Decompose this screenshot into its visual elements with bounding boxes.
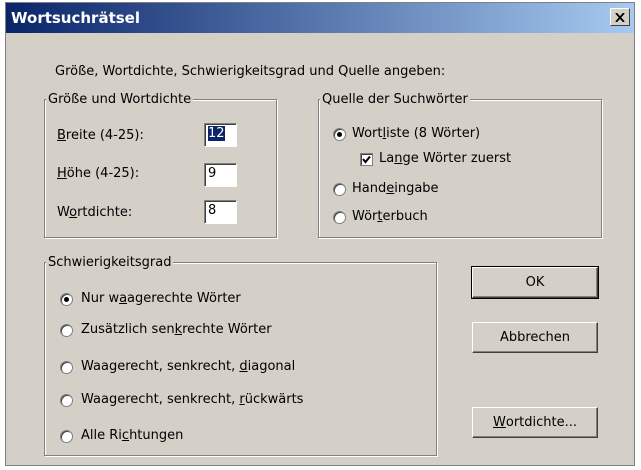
difficulty-all-label[interactable]: Alle Richtungen [81,428,183,443]
close-icon [615,12,625,22]
word-search-dialog: Wortsuchrätsel Größe, Wortdichte, Schwie… [5,2,635,466]
difficulty-all-radio[interactable] [60,430,73,443]
source-legend: Quelle der Suchwörter [320,92,470,107]
checkmark-icon [362,155,371,164]
difficulty-diagonal-radio[interactable] [60,361,73,374]
ok-button[interactable]: OK [471,266,599,299]
cancel-button[interactable]: Abbrechen [472,322,598,353]
dictionary-label[interactable]: Wörterbuch [352,209,428,224]
difficulty-vertical-label[interactable]: Zusätzlich senkrechte Wörter [81,322,272,337]
dictionary-radio[interactable] [333,211,346,224]
manual-input-radio[interactable] [333,183,346,196]
manual-input-label[interactable]: Handeingabe [352,181,439,196]
wordlist-label[interactable]: Wortliste (8 Wörter) [352,126,480,141]
close-button[interactable] [610,8,630,26]
density-button[interactable]: Wortdichte... [472,407,598,438]
difficulty-diagonal-label[interactable]: Waagerecht, senkrecht, diagonal [81,359,295,374]
long-words-first-checkbox[interactable] [360,153,373,166]
size-density-legend: Größe und Wortdichte [46,92,194,107]
difficulty-backwards-label[interactable]: Waagerecht, senkrecht, rückwärts [81,392,303,407]
title-bar[interactable]: Wortsuchrätsel [6,3,634,33]
height-input[interactable]: 9 [204,163,237,187]
width-label: Breite (4-25): [57,128,144,143]
density-label: Wortdichte: [57,205,133,220]
difficulty-horizontal-label[interactable]: Nur waagerechte Wörter [81,291,241,306]
long-words-first-label[interactable]: Lange Wörter zuerst [379,151,511,166]
width-input[interactable]: 12 [204,123,237,147]
difficulty-vertical-radio[interactable] [60,324,73,337]
difficulty-legend: Schwierigkeitsgrad [46,255,174,270]
window-title: Wortsuchrätsel [11,9,140,27]
instruction-text: Größe, Wortdichte, Schwierigkeitsgrad un… [55,64,446,79]
density-input[interactable]: 8 [204,200,237,224]
difficulty-backwards-radio[interactable] [60,394,73,407]
difficulty-horizontal-radio[interactable] [60,293,73,306]
wordlist-radio[interactable] [333,128,346,141]
height-label: Höhe (4-25): [57,166,140,181]
